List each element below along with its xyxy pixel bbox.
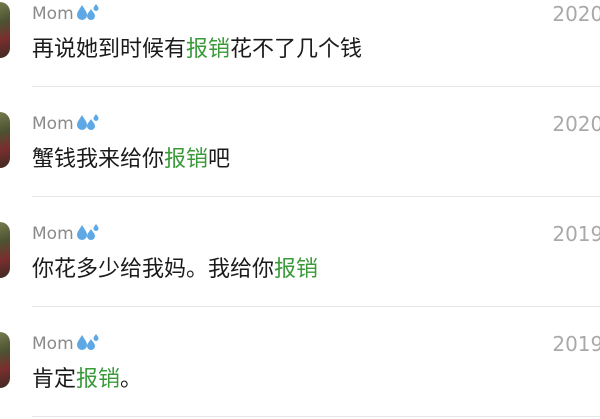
highlighted-keyword: 报销 bbox=[76, 367, 121, 392]
result-item[interactable]: Mom 2019/ 肯定报销。 bbox=[0, 332, 600, 419]
message-text-part: 花不了几个钱 bbox=[230, 37, 363, 62]
result-item[interactable]: Mom 2020/ 再说她到时候有报销花不了几个钱 bbox=[0, 2, 600, 102]
message-date: 2019/ bbox=[552, 332, 600, 356]
message-date: 2020/ bbox=[552, 2, 600, 26]
sweat-droplets-icon bbox=[76, 334, 99, 350]
search-results-list: Mom 2020/ 再说她到时候有报销花不了几个钱 Mom 2020/ 蟹钱我来… bbox=[0, 0, 600, 419]
avatar[interactable] bbox=[0, 332, 10, 388]
sender-name-text: Mom bbox=[32, 224, 74, 244]
sweat-droplets-icon bbox=[76, 224, 99, 240]
sweat-droplets-icon bbox=[76, 114, 99, 130]
result-item[interactable]: Mom 2020/ 蟹钱我来给你报销吧 bbox=[0, 112, 600, 212]
message-text-part: 吧 bbox=[208, 147, 231, 172]
highlighted-keyword: 报销 bbox=[164, 147, 209, 172]
message-text: 你花多少给我妈。我给你报销 bbox=[32, 252, 318, 288]
sender-name: Mom bbox=[32, 222, 100, 246]
sweat-droplets-icon bbox=[76, 4, 99, 20]
divider bbox=[32, 86, 600, 87]
divider bbox=[32, 306, 600, 307]
message-date: 2019/ bbox=[552, 222, 600, 246]
message-text-part: 你花多少给我妈。我给你 bbox=[32, 257, 275, 282]
divider bbox=[32, 416, 600, 417]
message-text-part: 再说她到时候有 bbox=[32, 37, 187, 62]
sender-name-text: Mom bbox=[32, 114, 74, 134]
message-text: 蟹钱我来给你报销吧 bbox=[32, 142, 230, 178]
highlighted-keyword: 报销 bbox=[186, 37, 231, 62]
result-item[interactable]: Mom 2019/ 你花多少给我妈。我给你报销 bbox=[0, 222, 600, 322]
divider bbox=[32, 196, 600, 197]
message-text-part: 肯定 bbox=[32, 367, 77, 392]
sender-name: Mom bbox=[32, 332, 100, 356]
sender-name: Mom bbox=[32, 112, 100, 136]
message-text: 再说她到时候有报销花不了几个钱 bbox=[32, 32, 362, 68]
message-text-part: 蟹钱我来给你 bbox=[32, 147, 165, 172]
message-date: 2020/ bbox=[552, 112, 600, 136]
avatar[interactable] bbox=[0, 222, 10, 278]
highlighted-keyword: 报销 bbox=[274, 257, 319, 282]
sender-name: Mom bbox=[32, 2, 100, 26]
sender-name-text: Mom bbox=[32, 4, 74, 24]
avatar[interactable] bbox=[0, 112, 10, 168]
sender-name-text: Mom bbox=[32, 334, 74, 354]
message-text-part: 。 bbox=[120, 367, 143, 392]
avatar[interactable] bbox=[0, 2, 10, 58]
message-text: 肯定报销。 bbox=[32, 362, 142, 398]
